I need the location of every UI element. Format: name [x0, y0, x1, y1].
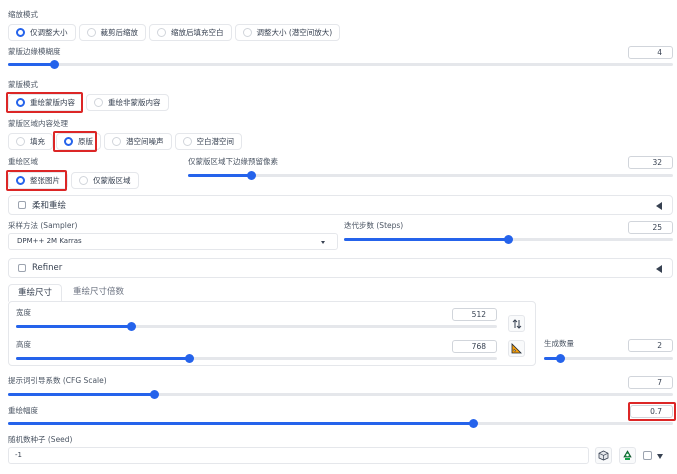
slider-thumb[interactable]	[184, 354, 194, 363]
slider-fill	[16, 357, 190, 360]
resize-mode-option-latent-upscale[interactable]: 调整大小 (潜空间放大)	[234, 24, 341, 41]
batch-count-slider[interactable]	[544, 354, 673, 363]
caret-down-icon[interactable]	[657, 454, 663, 459]
radio-dot	[16, 28, 25, 37]
slider-thumb[interactable]	[126, 322, 136, 331]
masked-content-option-original[interactable]: 原版	[56, 133, 101, 150]
mask-mode-option-inpaint-masked[interactable]: 重绘蒙版内容	[8, 94, 83, 111]
batch-count-label: 生成数量	[544, 339, 574, 348]
denoising-slider[interactable]	[8, 419, 673, 428]
soft-inpainting-checkbox[interactable]	[18, 201, 26, 209]
denoising-label: 重绘幅度	[8, 406, 38, 415]
cfg-scale-label: 提示词引导系数 (CFG Scale)	[8, 376, 107, 385]
seed-input[interactable]: -1	[8, 447, 589, 464]
masked-content-option-latent-noise[interactable]: 潜空间噪声	[104, 133, 172, 150]
slider-fill	[16, 325, 132, 328]
mask-blur-number-input[interactable]: 4	[628, 46, 673, 59]
inpaint-area-option-only-masked[interactable]: 仅蒙版区域	[71, 172, 139, 189]
radio-dot	[16, 176, 25, 185]
only-masked-padding-number-input[interactable]: 32	[628, 156, 673, 169]
radio-dot	[16, 137, 25, 146]
mask-mode-label: 蒙版模式	[8, 80, 38, 89]
height-label: 高度	[16, 340, 31, 349]
steps-slider[interactable]	[344, 235, 673, 244]
height-slider[interactable]	[16, 354, 497, 363]
seed-label: 随机数种子 (Seed)	[8, 435, 73, 444]
inpaint-area-radio-group: 整张图片 仅蒙版区域	[8, 172, 139, 189]
soft-inpainting-accordion[interactable]: 柔和重绘	[8, 195, 673, 215]
radio-dot	[94, 98, 103, 107]
slider-thumb[interactable]	[469, 419, 478, 428]
radio-dot	[182, 137, 192, 146]
slider-thumb[interactable]	[246, 171, 256, 180]
slider-fill	[8, 422, 474, 425]
inpaint-area-option-whole-picture[interactable]: 整张图片	[8, 172, 68, 189]
recycle-icon	[623, 450, 632, 460]
resize-mode-option-resize-fill[interactable]: 缩放后填充空白	[149, 24, 232, 41]
collapse-arrow-icon[interactable]	[656, 202, 662, 210]
ruler-triangle-icon	[511, 343, 522, 354]
radio-dot	[16, 98, 25, 107]
dice-icon	[598, 450, 609, 461]
mask-blur-slider[interactable]	[8, 60, 673, 69]
refiner-checkbox[interactable]	[18, 264, 26, 272]
radio-dot	[242, 28, 252, 37]
masked-content-label: 蒙版区域内容处理	[8, 119, 68, 128]
denoising-number-input[interactable]: 0.7	[630, 405, 673, 418]
chevron-down-icon	[321, 241, 325, 244]
resize-mode-radio-group: 仅调整大小 裁剪后缩放 缩放后填充空白 调整大小 (潜空间放大)	[8, 24, 341, 41]
mask-blur-label: 蒙版边缘模糊度	[8, 47, 61, 56]
tab-inpaint-size[interactable]: 重绘尺寸	[8, 284, 63, 302]
slider-thumb[interactable]	[50, 60, 60, 69]
radio-dot	[79, 176, 88, 185]
refiner-accordion[interactable]: Refiner	[8, 258, 673, 278]
detect-size-button[interactable]	[508, 340, 525, 357]
soft-inpainting-label: 柔和重绘	[32, 201, 67, 211]
radio-dot	[112, 137, 121, 146]
cfg-scale-slider[interactable]	[8, 390, 673, 399]
sampler-selected-value: DPM++ 2M Karras	[17, 237, 82, 245]
refiner-label: Refiner	[32, 263, 63, 273]
inpaint-area-label: 重绘区域	[8, 157, 38, 166]
slider-thumb[interactable]	[556, 354, 566, 363]
masked-content-option-latent-nothing[interactable]: 空白潜空间	[174, 133, 242, 150]
extra-seed-checkbox[interactable]	[643, 451, 652, 460]
width-label: 宽度	[16, 308, 31, 317]
tab-inpaint-scale[interactable]: 重绘尺寸倍数	[64, 284, 133, 302]
batch-count-number-input[interactable]: 2	[628, 339, 673, 352]
swap-dimensions-button[interactable]	[508, 315, 525, 332]
slider-fill	[344, 238, 509, 241]
slider-fill	[8, 393, 155, 396]
only-masked-padding-slider[interactable]	[188, 171, 673, 180]
mask-mode-radio-group: 重绘蒙版内容 重绘非蒙版内容	[8, 94, 169, 111]
width-slider[interactable]	[16, 322, 497, 331]
radio-dot	[86, 28, 96, 37]
steps-label: 迭代步数 (Steps)	[344, 221, 404, 230]
cfg-scale-number-input[interactable]: 7	[628, 376, 673, 389]
slider-fill	[8, 63, 55, 66]
slider-fill	[188, 174, 252, 177]
height-number-input[interactable]: 768	[452, 340, 497, 353]
sampler-dropdown[interactable]: DPM++ 2M Karras	[8, 233, 338, 250]
width-number-input[interactable]: 512	[452, 308, 497, 321]
slider-thumb[interactable]	[149, 390, 159, 399]
reuse-seed-button[interactable]	[619, 447, 636, 464]
radio-dot	[64, 137, 73, 146]
only-masked-padding-label: 仅蒙版区域下边缘预留像素	[188, 157, 278, 166]
collapse-arrow-icon[interactable]	[656, 265, 662, 273]
swap-arrows-icon	[512, 318, 521, 329]
resize-mode-label: 缩放模式	[8, 10, 38, 19]
slider-thumb[interactable]	[504, 235, 513, 244]
mask-mode-option-inpaint-not-masked[interactable]: 重绘非蒙版内容	[86, 94, 169, 111]
resize-mode-option-resize-only[interactable]: 仅调整大小	[8, 24, 76, 41]
masked-content-radio-group: 填充 原版 潜空间噪声 空白潜空间	[8, 133, 242, 150]
resize-mode-option-crop-resize[interactable]: 裁剪后缩放	[78, 24, 146, 41]
radio-dot	[157, 28, 166, 37]
random-seed-button[interactable]	[595, 447, 612, 464]
masked-content-option-fill[interactable]: 填充	[8, 133, 53, 150]
sampler-label: 采样方法 (Sampler)	[8, 221, 78, 230]
steps-number-input[interactable]: 25	[628, 221, 673, 234]
